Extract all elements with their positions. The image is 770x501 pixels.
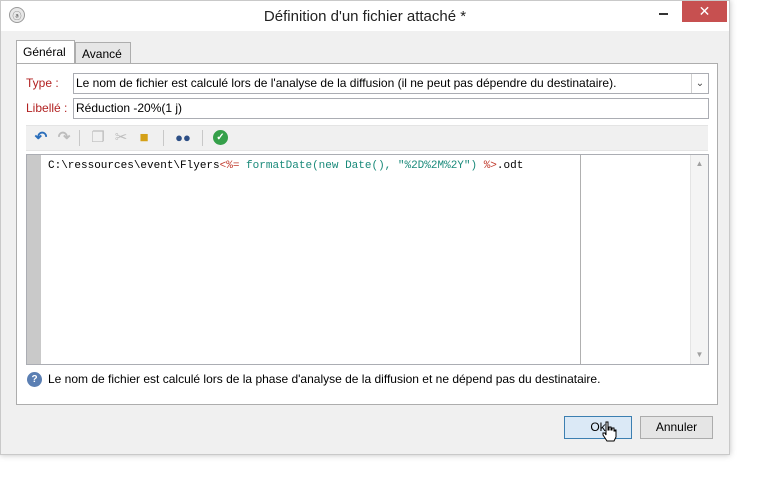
libelle-label: Libellé : (26, 101, 68, 115)
redo-icon[interactable]: ↷ (54, 128, 74, 148)
general-panel: Type : Le nom de fichier est calculé lor… (16, 63, 718, 405)
help-icon: ? (27, 372, 42, 387)
window-title: Définition d'un fichier attaché * (263, 8, 467, 25)
code-tag-close: %> (483, 160, 497, 172)
libelle-label-text: Libellé (26, 101, 61, 115)
scroll-down-icon[interactable]: ▼ (691, 348, 708, 362)
minimize-icon (658, 13, 668, 15)
code-extension: .odt (496, 160, 524, 172)
type-select[interactable]: Le nom de fichier est calculé lors de l'… (73, 73, 709, 94)
close-icon: ✕ (698, 3, 711, 19)
toolbar-separator (202, 130, 203, 146)
editor-toolbar: ↶ ↷ ❐ ✂ ■ ●● ✓ (26, 125, 708, 151)
help-text: Le nom de fichier est calculé lors de la… (48, 372, 601, 386)
dialog-window: ⓐ Définition d'un fichier attaché * ✕ Gé… (0, 0, 730, 455)
paste-icon[interactable]: ■ (134, 128, 154, 148)
code-tag-open: <%= (219, 160, 240, 172)
tab-general[interactable]: Général (16, 40, 75, 64)
ok-button[interactable]: Ok (564, 416, 632, 439)
editor-margin-line (580, 155, 581, 364)
scroll-up-icon[interactable]: ▲ (691, 157, 708, 171)
find-icon[interactable]: ●● (173, 128, 193, 148)
mouse-cursor-icon (602, 421, 617, 442)
code-editor[interactable]: C:\ressources\event\Flyers<%= formatDate… (26, 154, 709, 365)
close-button[interactable]: ✕ (682, 1, 727, 22)
editor-gutter (27, 155, 41, 364)
title-bar[interactable]: ⓐ Définition d'un fichier attaché * ✕ (1, 1, 729, 31)
cancel-button[interactable]: Annuler (640, 416, 713, 439)
type-label: Type : (26, 76, 59, 90)
minimize-button[interactable] (649, 1, 677, 22)
chevron-down-icon[interactable]: ⌄ (691, 74, 708, 93)
undo-icon[interactable]: ↶ (31, 128, 51, 148)
type-label-text: Type (26, 76, 53, 90)
code-line: C:\ressources\event\Flyers<%= formatDate… (48, 160, 523, 172)
toolbar-separator (163, 130, 164, 146)
code-path: C:\ressources\event\Flyers (48, 160, 220, 172)
code-expression: formatDate(new Date(), "%2D%2M%2Y") (239, 160, 484, 172)
cut-icon[interactable]: ✂ (111, 128, 131, 148)
copy-icon[interactable]: ❐ (88, 128, 108, 148)
type-select-value: Le nom de fichier est calculé lors de l'… (76, 76, 617, 90)
validate-icon[interactable]: ✓ (213, 130, 228, 145)
tab-avance[interactable]: Avancé (75, 42, 131, 63)
libelle-input[interactable]: Réduction -20%(1 j) (73, 98, 709, 119)
toolbar-separator (79, 130, 80, 146)
editor-scrollbar[interactable]: ▲ ▼ (690, 155, 708, 364)
